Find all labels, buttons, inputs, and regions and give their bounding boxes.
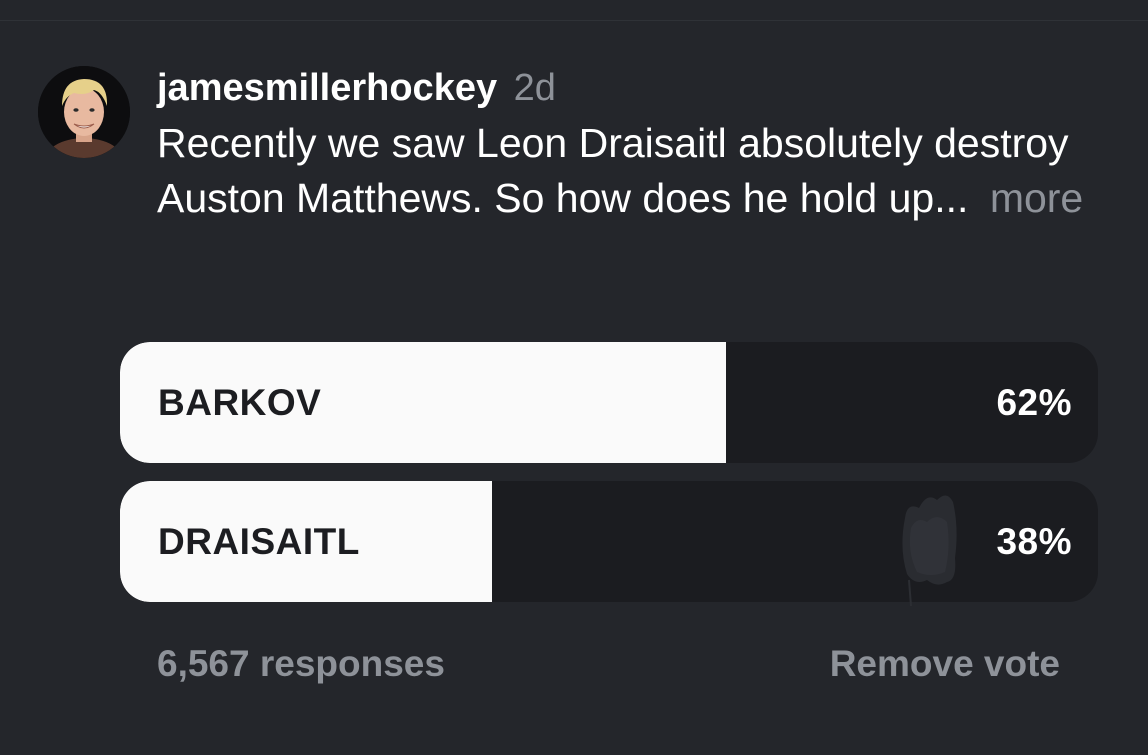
poll-option-percent: 38% [996,521,1072,562]
poll-option-label: DRAISAITL [158,521,360,562]
avatar[interactable] [38,66,130,158]
more-link[interactable]: more [990,175,1083,221]
avatar-image [38,66,130,158]
post-text: Recently we saw Leon Draisaitl absolutel… [157,116,1127,226]
scribble-smudge [902,495,957,607]
username[interactable]: jamesmillerhockey [157,67,497,109]
poll-option-barkov[interactable]: BARKOV 62% [120,342,1098,463]
post-header: jamesmillerhockey 2d [157,60,1127,116]
post-timestamp: 2d [513,67,556,109]
poll-option-percent: 62% [996,382,1072,423]
post: jamesmillerhockey 2d Recently we saw Leo… [157,60,1127,226]
top-divider [0,20,1148,21]
post-text-content: Recently we saw Leon Draisaitl absolutel… [157,120,1069,221]
remove-vote-button[interactable]: Remove vote [830,638,1060,690]
poll-response-count: 6,567 responses [157,643,445,684]
poll-option-label: BARKOV [158,382,322,423]
